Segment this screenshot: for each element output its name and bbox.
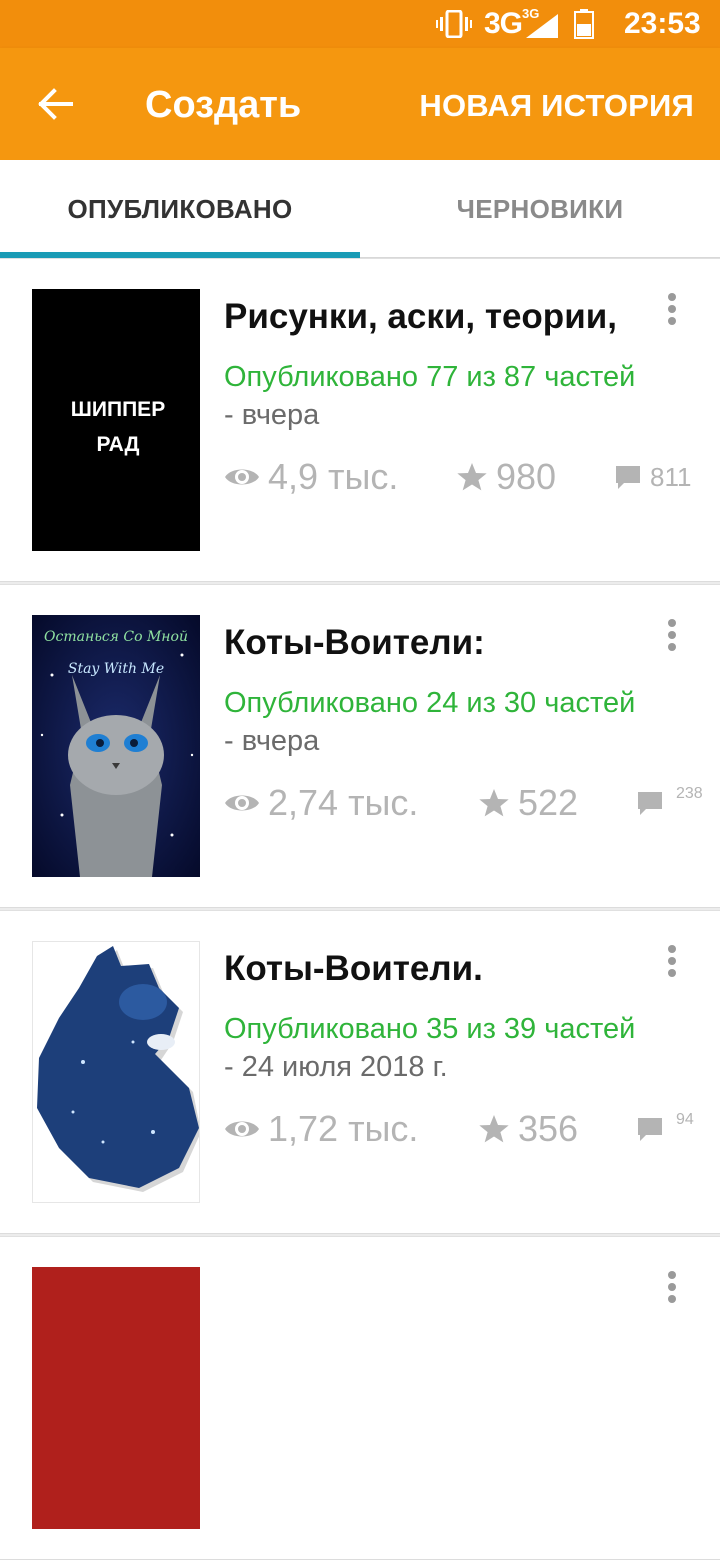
votes-count: 522	[518, 782, 579, 823]
cover-text-line1: ШИППЕР	[71, 398, 165, 421]
updated-time: - вчера	[224, 725, 320, 757]
comments-stat: 811	[614, 455, 691, 499]
tab-published[interactable]: ОПУБЛИКОВАНО	[0, 160, 360, 258]
vibrate-icon	[436, 10, 472, 38]
story-cover[interactable]	[32, 1267, 200, 1529]
story-card[interactable]: Коты-Воители. Опубликовано 35 из 39 част…	[0, 910, 720, 1234]
comments-count: 94	[676, 1111, 694, 1128]
tab-drafts[interactable]: ЧЕРНОВИКИ	[360, 160, 720, 258]
comments-stat: 238	[636, 781, 703, 825]
cover-text-line1: Останься Со Мной	[44, 629, 188, 645]
story-stats: 4,9 тыс. 980 811	[224, 455, 714, 499]
published-parts: Опубликовано 24 из 30 частей	[224, 687, 636, 719]
published-parts: Опубликовано 77 из 87 частей	[224, 361, 636, 393]
page-title: Создать	[145, 84, 302, 126]
story-title[interactable]: Коты-Воители.	[224, 949, 483, 989]
story-card[interactable]: ШИППЕР РАД Рисунки, аски, теории, Опубли…	[0, 258, 720, 582]
network-type: 3G	[484, 7, 523, 40]
story-cover[interactable]: ШИППЕР РАД	[32, 289, 200, 551]
eye-icon	[225, 469, 259, 485]
cover-image	[33, 942, 199, 1202]
story-stats: 2,74 тыс. 522 238	[224, 781, 714, 825]
eye-icon	[225, 1121, 259, 1137]
story-cover[interactable]: Останься Со Мной Stay With Me	[32, 615, 200, 877]
views-stat: 4,9 тыс.	[224, 455, 398, 499]
story-card[interactable]	[0, 1236, 720, 1560]
story-title[interactable]: Коты-Воители:	[224, 623, 485, 663]
app-bar: Создать НОВАЯ ИСТОРИЯ	[0, 48, 720, 160]
story-cover[interactable]	[32, 941, 200, 1203]
arrow-left-icon	[38, 88, 73, 120]
comment-icon	[616, 466, 640, 489]
new-story-button[interactable]: НОВАЯ ИСТОРИЯ	[419, 88, 694, 124]
star-icon	[479, 789, 509, 817]
star-icon	[479, 1115, 509, 1143]
comments-count: 238	[676, 785, 703, 802]
votes-count: 356	[518, 1108, 579, 1149]
votes-stat: 522	[478, 781, 578, 825]
story-stats: 1,72 тыс. 356 94	[224, 1107, 714, 1151]
back-button[interactable]	[30, 80, 80, 128]
star-icon	[457, 463, 487, 491]
clock: 23:53	[624, 7, 701, 40]
more-options-icon[interactable]	[660, 289, 684, 329]
cover-image: Останься Со Мной Stay With Me	[32, 615, 200, 877]
comments-stat: 94	[636, 1107, 694, 1151]
views-count: 1,72 тыс.	[268, 1108, 419, 1149]
eye-icon	[225, 795, 259, 811]
views-count: 4,9 тыс.	[268, 456, 399, 497]
votes-count: 980	[496, 456, 557, 497]
updated-time: - вчера	[224, 399, 320, 431]
story-card[interactable]: Останься Со Мной Stay With Me Коты-Воите…	[0, 584, 720, 908]
battery-icon	[574, 9, 594, 39]
comment-icon	[638, 792, 662, 815]
cover-text-line2: Stay With Me	[68, 661, 164, 677]
tab-bar: ОПУБЛИКОВАНО ЧЕРНОВИКИ	[0, 160, 720, 258]
comment-icon	[638, 1118, 662, 1141]
views-stat: 2,74 тыс.	[224, 781, 418, 825]
updated-time: - 24 июля 2018 г.	[224, 1051, 448, 1083]
more-options-icon[interactable]	[660, 941, 684, 981]
status-bar: 3G 3G 23:53	[0, 0, 720, 48]
more-options-icon[interactable]	[660, 1267, 684, 1307]
comments-count: 811	[650, 461, 692, 492]
views-stat: 1,72 тыс.	[224, 1107, 418, 1151]
views-count: 2,74 тыс.	[268, 782, 419, 823]
more-options-icon[interactable]	[660, 615, 684, 655]
published-parts: Опубликовано 35 из 39 частей	[224, 1013, 636, 1045]
votes-stat: 980	[456, 455, 556, 499]
votes-stat: 356	[478, 1107, 578, 1151]
story-title[interactable]: Рисунки, аски, теории,	[224, 297, 617, 337]
cover-text-line2: РАД	[96, 433, 139, 456]
cover-image: ШИППЕР РАД	[32, 289, 200, 551]
signal-icon	[526, 14, 558, 38]
